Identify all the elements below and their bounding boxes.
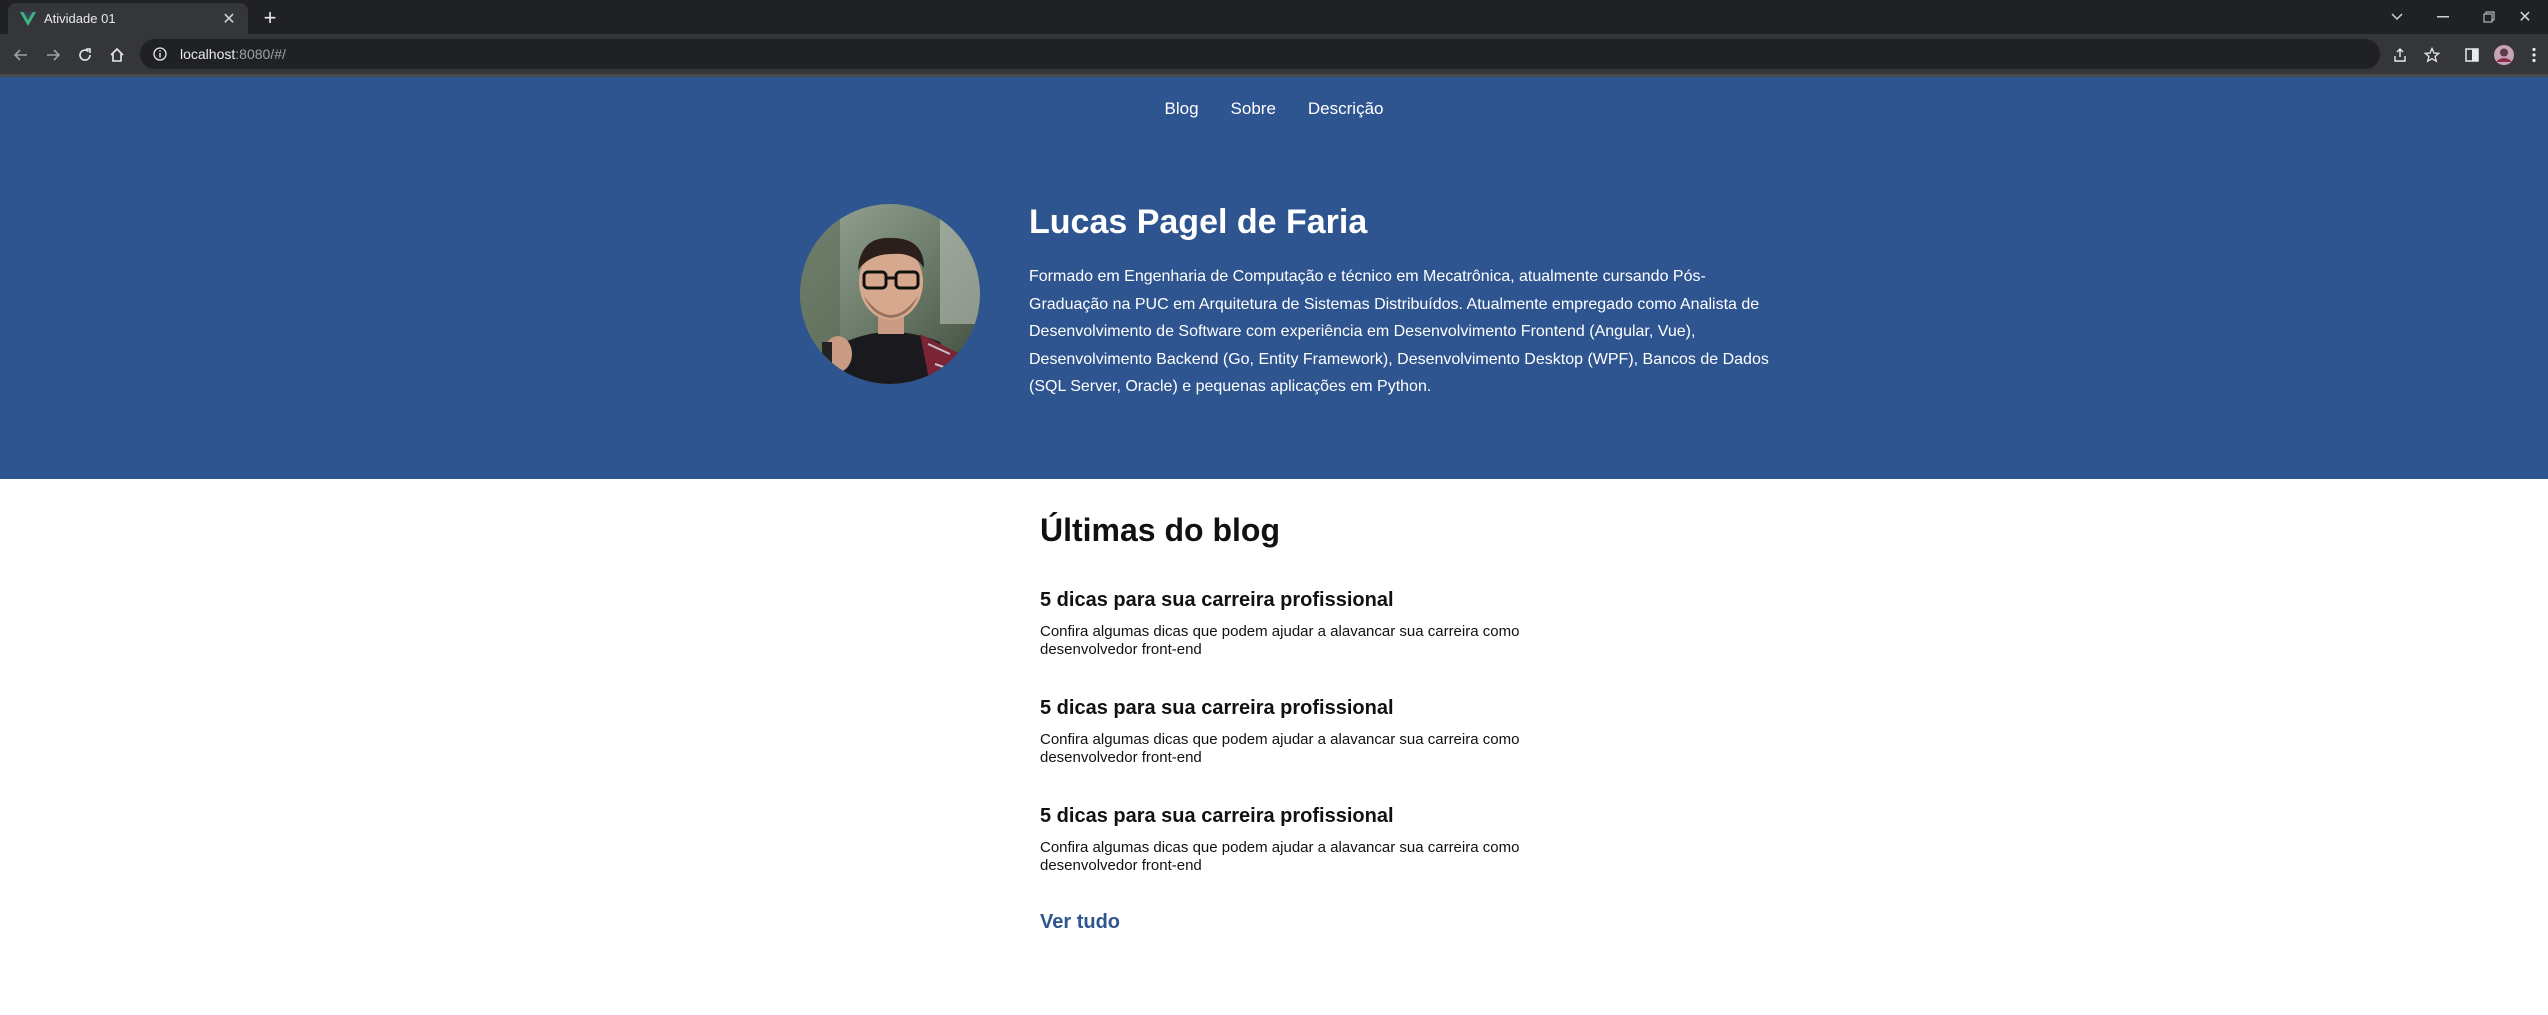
profile-avatar	[800, 204, 980, 384]
url-path: :8080/#/	[235, 46, 286, 62]
share-icon[interactable]	[2388, 43, 2412, 67]
blog-heading: Últimas do blog	[1040, 512, 1280, 548]
nav-link-sobre[interactable]: Sobre	[1231, 99, 1276, 119]
side-panel-icon[interactable]	[2460, 43, 2484, 67]
home-icon[interactable]	[104, 42, 130, 68]
browser-tab[interactable]: Atividade 01 ✕	[8, 3, 248, 34]
blog-post[interactable]: 5 dicas para sua carreira profissional C…	[1040, 697, 1560, 767]
post-title[interactable]: 5 dicas para sua carreira profissional	[1040, 589, 1560, 612]
address-bar[interactable]: localhost:8080/#/	[140, 39, 2380, 69]
forward-icon[interactable]	[40, 42, 66, 68]
url-host: localhost	[180, 46, 236, 62]
post-excerpt: Confira algumas dicas que podem ajudar a…	[1040, 839, 1520, 874]
reload-icon[interactable]	[72, 42, 98, 68]
profile-hero: Blog Sobre Descrição Lucas Pagel de Fari…	[0, 77, 2548, 479]
see-all-link[interactable]: Ver tudo	[1040, 911, 1120, 934]
window-close-icon[interactable]: ✕	[2502, 0, 2548, 34]
post-title[interactable]: 5 dicas para sua carreira profissional	[1040, 697, 1560, 720]
tab-title: Atividade 01	[44, 11, 116, 26]
blog-post[interactable]: 5 dicas para sua carreira profissional C…	[1040, 589, 1560, 659]
blog-section: Últimas do blog 5 dicas para sua carreir…	[1040, 512, 1640, 933]
star-icon[interactable]	[2420, 43, 2444, 67]
minimize-icon[interactable]	[2420, 0, 2466, 34]
post-excerpt: Confira algumas dicas que podem ajudar a…	[1040, 731, 1520, 766]
kebab-menu-icon[interactable]	[2522, 43, 2546, 67]
plus-icon[interactable]: +	[258, 5, 282, 30]
nav-link-blog[interactable]: Blog	[1165, 99, 1199, 119]
close-icon[interactable]: ✕	[218, 8, 240, 30]
browser-tabstrip: Atividade 01 ✕ + ✕	[0, 0, 2548, 34]
browser-toolbar: localhost:8080/#/	[0, 34, 2548, 77]
top-navigation: Blog Sobre Descrição	[0, 99, 2548, 119]
vue-favicon-icon	[20, 11, 36, 27]
profile-avatar-icon[interactable]	[2492, 43, 2516, 67]
profile-name: Lucas Pagel de Faria	[1029, 203, 1368, 241]
chevron-down-icon[interactable]	[2374, 0, 2420, 34]
blog-post[interactable]: 5 dicas para sua carreira profissional C…	[1040, 805, 1560, 875]
profile-bio: Formado em Engenharia de Computação e té…	[1029, 268, 1769, 395]
info-icon[interactable]	[152, 46, 168, 62]
post-title[interactable]: 5 dicas para sua carreira profissional	[1040, 805, 1560, 828]
back-icon[interactable]	[8, 42, 34, 68]
url-text: localhost:8080/#/	[180, 46, 286, 62]
nav-link-descricao[interactable]: Descrição	[1308, 99, 1384, 119]
post-excerpt: Confira algumas dicas que podem ajudar a…	[1040, 623, 1520, 658]
